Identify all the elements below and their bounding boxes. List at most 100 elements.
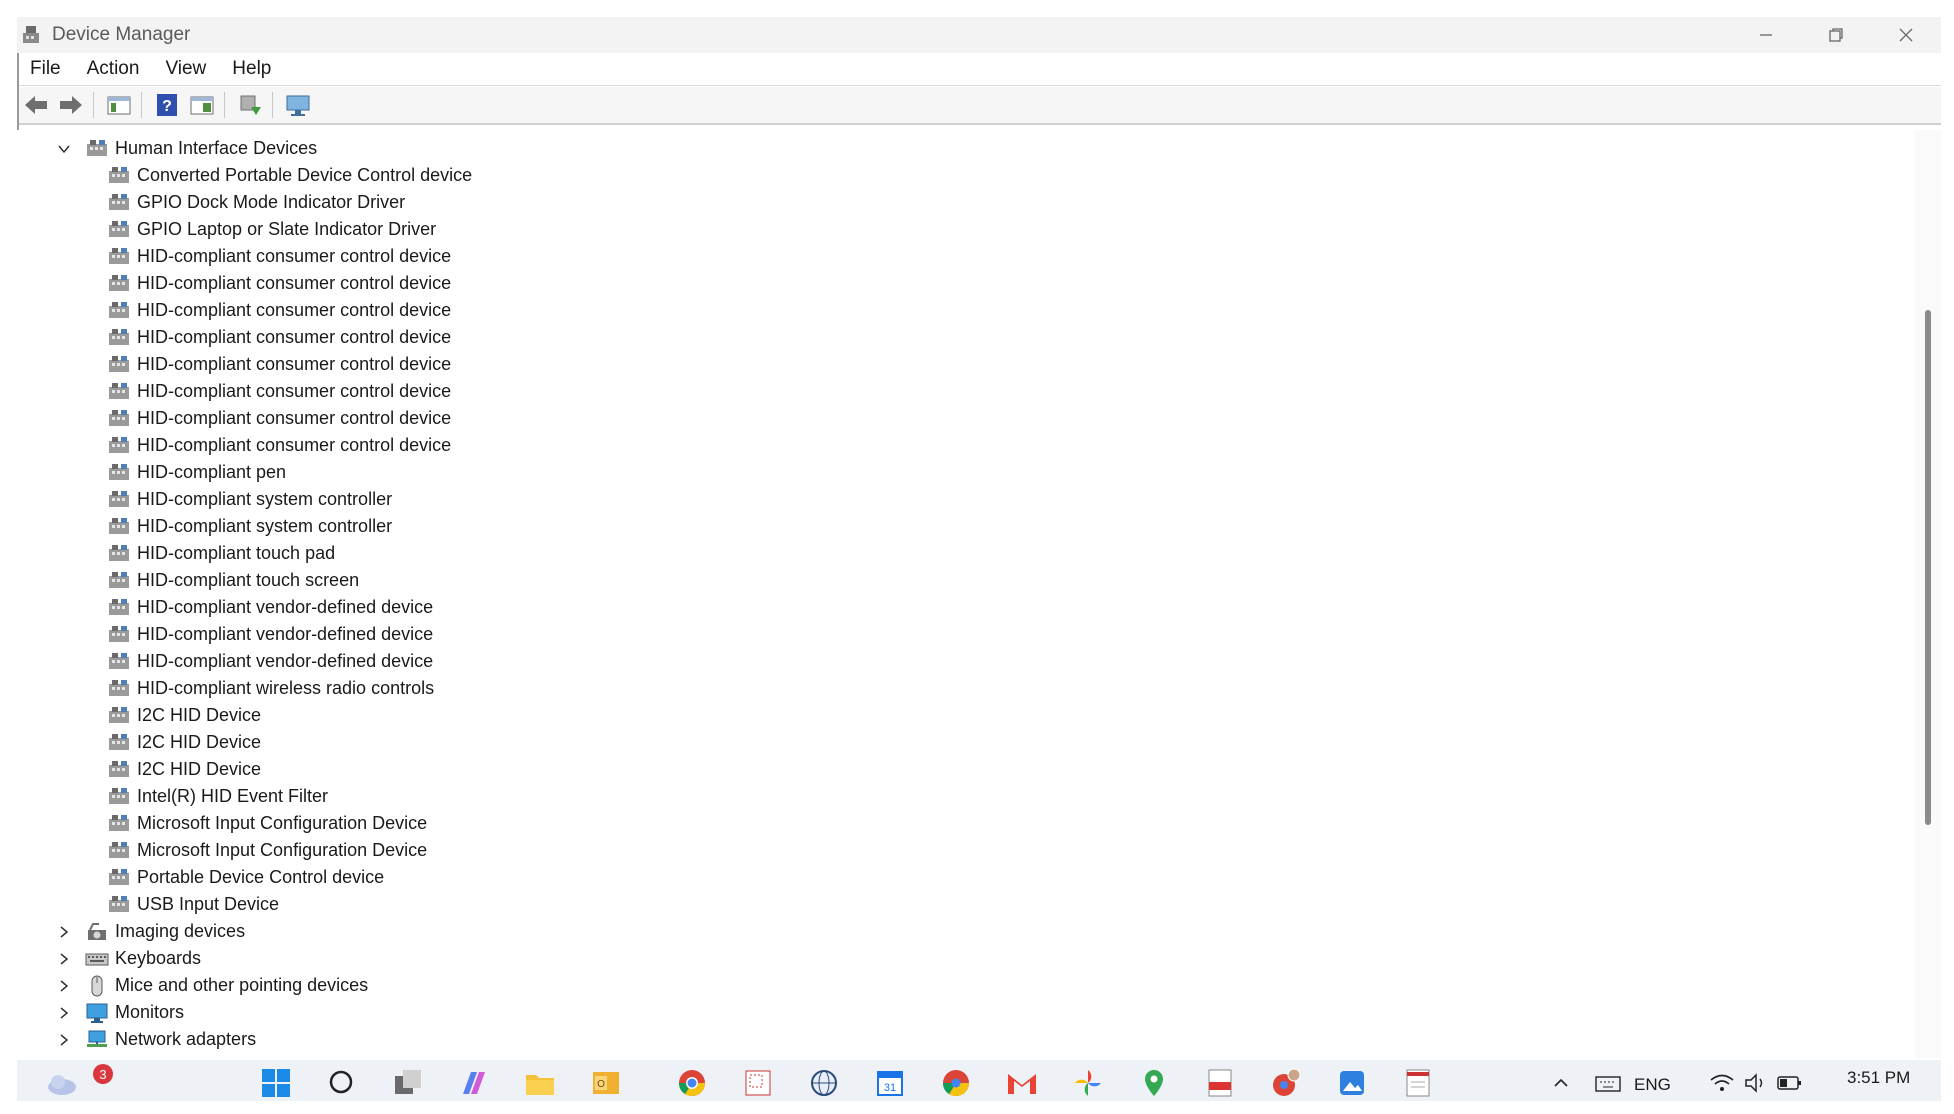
show-hide-console-tree-button[interactable] — [103, 90, 135, 120]
gmail-button[interactable] — [1005, 1066, 1039, 1100]
tree-category-label: Mice and other pointing devices — [115, 975, 369, 995]
tree-device-item[interactable]: HID-compliant consumer control device — [107, 243, 451, 270]
tree-device-item[interactable]: HID-compliant consumer control device — [107, 324, 451, 351]
help-button[interactable]: ? — [151, 90, 183, 120]
tree-device-item[interactable]: HID-compliant system controller — [107, 513, 392, 540]
tree-device-item[interactable]: Portable Device Control device — [107, 864, 384, 891]
tree-device-item[interactable]: Converted Portable Device Control device — [107, 162, 472, 189]
photo-editor-button[interactable] — [1335, 1066, 1369, 1100]
hid-device-icon — [109, 490, 129, 507]
world-clock-button[interactable] — [807, 1066, 841, 1100]
menu-view[interactable]: View — [152, 58, 219, 80]
tree-device-item[interactable]: HID-compliant consumer control device — [107, 405, 451, 432]
chrome-profile-button[interactable] — [1269, 1066, 1303, 1100]
battery-status[interactable] — [1773, 1066, 1807, 1100]
tree-device-item[interactable]: HID-compliant system controller — [107, 486, 392, 513]
minimize-button[interactable] — [1731, 17, 1801, 53]
tree-device-label: HID-compliant system controller — [137, 516, 393, 536]
taskbar: 3 O 31 ENG 3:51 PM — [17, 1060, 1941, 1101]
menu-file[interactable]: File — [17, 58, 74, 80]
copilot-button[interactable] — [457, 1066, 491, 1100]
google-maps-button[interactable] — [1137, 1066, 1171, 1100]
expand-chevron[interactable] — [57, 952, 71, 966]
tree-device-item[interactable]: HID-compliant pen — [107, 459, 286, 486]
menu-help[interactable]: Help — [219, 58, 284, 80]
tree-device-item[interactable]: HID-compliant vendor-defined device — [107, 621, 433, 648]
tree-device-item[interactable]: HID-compliant vendor-defined device — [107, 594, 433, 621]
hid-device-icon — [109, 220, 129, 237]
touch-keyboard-button[interactable] — [1591, 1066, 1625, 1100]
tree-category-keyboards[interactable]: Keyboards — [57, 945, 201, 972]
scan-hardware-button[interactable] — [282, 90, 314, 120]
tree-device-item[interactable]: GPIO Laptop or Slate Indicator Driver — [107, 216, 436, 243]
tree-device-item[interactable]: HID-compliant consumer control device — [107, 297, 451, 324]
hid-device-icon — [109, 328, 129, 345]
keyboard-icon — [85, 953, 109, 965]
vertical-scrollbar[interactable] — [1915, 130, 1941, 1058]
pdf-reader-button[interactable] — [1203, 1066, 1237, 1100]
expand-chevron[interactable] — [57, 1006, 71, 1020]
tree-device-item[interactable]: USB Input Device — [107, 891, 279, 918]
start-button[interactable] — [259, 1066, 293, 1100]
tree-device-item[interactable]: HID-compliant vendor-defined device — [107, 648, 433, 675]
restore-button[interactable] — [1801, 17, 1871, 53]
tree-device-item[interactable]: HID-compliant consumer control device — [107, 432, 451, 459]
update-driver-button[interactable] — [234, 90, 266, 120]
tree-device-item[interactable]: HID-compliant touch pad — [107, 540, 335, 567]
chrome-button[interactable] — [675, 1066, 709, 1100]
wifi-status[interactable] — [1705, 1066, 1739, 1100]
expand-chevron[interactable] — [57, 1033, 71, 1047]
device-manager-window: Device Manager File Action View Help ? H… — [0, 0, 1954, 1114]
menu-action[interactable]: Action — [74, 58, 153, 80]
tree-device-item[interactable]: HID-compliant consumer control device — [107, 378, 451, 405]
search-button[interactable] — [325, 1066, 359, 1100]
tree-device-item[interactable]: Microsoft Input Configuration Device — [107, 810, 427, 837]
scrollbar-thumb[interactable] — [1925, 310, 1931, 825]
tree-device-item[interactable]: Microsoft Input Configuration Device — [107, 837, 427, 864]
photos-button[interactable] — [1071, 1066, 1105, 1100]
snipping-tool-button[interactable] — [741, 1066, 775, 1100]
back-button[interactable] — [20, 90, 52, 120]
properties-button[interactable] — [186, 90, 218, 120]
windows-logo-icon — [262, 1069, 290, 1097]
tree-device-item[interactable]: HID-compliant wireless radio controls — [107, 675, 434, 702]
collapse-chevron[interactable] — [57, 142, 71, 156]
speaker-icon — [1745, 1073, 1763, 1093]
volume-status[interactable] — [1739, 1066, 1773, 1100]
svg-text:O: O — [597, 1079, 605, 1090]
tree-device-item[interactable]: HID-compliant consumer control device — [107, 351, 451, 378]
tree-category-imaging-devices[interactable]: Imaging devices — [57, 918, 245, 945]
close-button[interactable] — [1871, 17, 1941, 53]
calendar-button[interactable]: 31 — [873, 1066, 907, 1100]
show-hidden-icons-button[interactable] — [1544, 1066, 1578, 1100]
file-explorer-button[interactable] — [523, 1066, 557, 1100]
expand-chevron[interactable] — [57, 979, 71, 993]
expand-chevron[interactable] — [57, 925, 71, 939]
tree-device-item[interactable]: HID-compliant consumer control device — [107, 270, 451, 297]
chrome-alt-button[interactable] — [939, 1066, 973, 1100]
tree-device-item[interactable]: GPIO Dock Mode Indicator Driver — [107, 189, 405, 216]
device-tree: Human Interface Devices Converted Portab… — [17, 130, 1915, 1058]
tree-category-monitors[interactable]: Monitors — [57, 999, 184, 1026]
tree-category-human-interface-devices[interactable]: Human Interface Devices — [57, 135, 317, 162]
task-view-button[interactable] — [391, 1066, 425, 1100]
mouse-icon — [91, 975, 103, 996]
tree-device-item[interactable]: Intel(R) HID Event Filter — [107, 783, 328, 810]
tree-device-item[interactable]: I2C HID Device — [107, 702, 261, 729]
language-indicator[interactable]: ENG — [1634, 1075, 1671, 1095]
tree-device-item[interactable]: I2C HID Device — [107, 756, 261, 783]
tree-device-item[interactable]: HID-compliant touch screen — [107, 567, 359, 594]
tree-category-network-adapters[interactable]: Network adapters — [57, 1026, 256, 1053]
outlook-button[interactable]: O — [589, 1066, 623, 1100]
forward-button[interactable] — [55, 90, 87, 120]
tree-device-label: USB Input Device — [137, 894, 280, 914]
weather-widget[interactable]: 3 — [45, 1064, 113, 1100]
tree-category-mice[interactable]: Mice and other pointing devices — [57, 972, 368, 999]
chevron-right-icon — [60, 1033, 69, 1046]
clock-time[interactable]: 3:51 PM — [1847, 1068, 1910, 1088]
tree-category-label: Monitors — [115, 1002, 185, 1022]
tree-category-label: Network adapters — [115, 1029, 257, 1049]
tree-device-item[interactable]: I2C HID Device — [107, 729, 261, 756]
document-viewer-button[interactable] — [1401, 1066, 1435, 1100]
svg-text:?: ? — [162, 98, 172, 115]
